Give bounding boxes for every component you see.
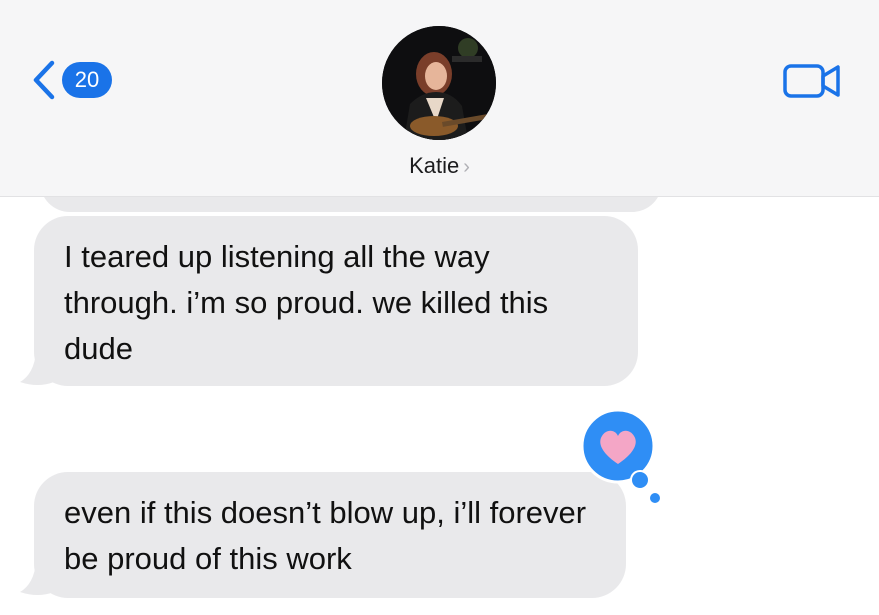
contact-name: Katie [409, 153, 460, 178]
chevron-right-icon: › [463, 156, 470, 178]
incoming-message-bubble[interactable]: even if this doesn’t blow up, i’ll forev… [34, 472, 626, 598]
unread-count-badge: 20 [62, 62, 112, 98]
message-text: I teared up listening all the way throug… [64, 239, 549, 366]
chevron-left-icon [33, 60, 55, 100]
incoming-message-bubble[interactable]: I teared up listening all the way throug… [34, 216, 638, 386]
avatar-photo [382, 26, 496, 140]
contact-name-button[interactable]: Katie › [0, 153, 879, 179]
contact-avatar[interactable] [382, 26, 496, 140]
conversation-header: 20 Katie › [0, 0, 879, 197]
video-camera-icon[interactable] [782, 60, 842, 102]
heart-reaction-icon[interactable] [578, 406, 664, 506]
message-text: even if this doesn’t blow up, i’ll forev… [64, 495, 587, 576]
back-button[interactable]: 20 [30, 56, 130, 104]
